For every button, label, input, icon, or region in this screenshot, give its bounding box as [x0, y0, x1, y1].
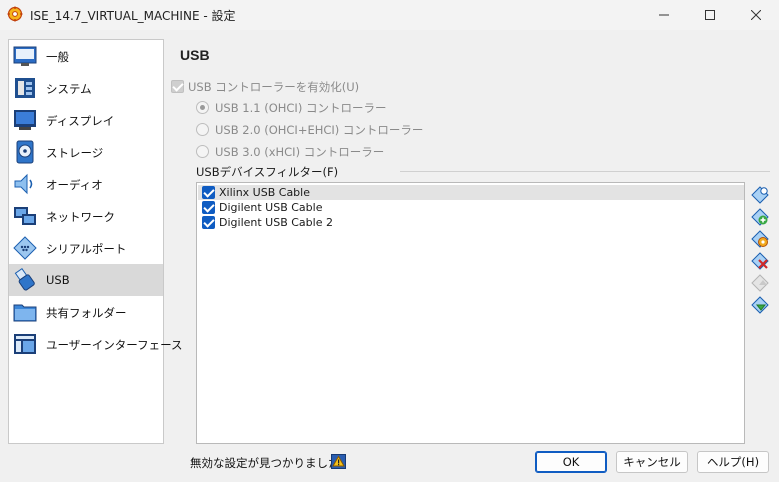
- sidebar-item-label: オーディオ: [46, 178, 103, 192]
- title-bar: ISE_14.7_VIRTUAL_MACHINE - 設定: [0, 0, 779, 30]
- usb30-label: USB 3.0 (xHCI) コントローラー: [215, 145, 385, 159]
- sidebar-item-usb[interactable]: USB: [9, 264, 163, 296]
- usb11-radio[interactable]: [196, 101, 209, 114]
- close-button[interactable]: [733, 0, 779, 30]
- sidebar-item-system[interactable]: システム: [9, 72, 163, 104]
- user-interface-icon: [14, 334, 36, 354]
- filter-name: Digilent USB Cable 2: [219, 216, 333, 229]
- minimize-icon: [659, 14, 669, 16]
- usb-icon: [14, 268, 35, 291]
- ok-button[interactable]: OK: [535, 451, 607, 473]
- sidebar-item-label: 一般: [46, 50, 69, 64]
- sidebar-item-shared-folder[interactable]: 共有フォルダー: [9, 296, 163, 328]
- remove-filter-icon[interactable]: [751, 252, 769, 270]
- settings-sidebar: 一般 システム ディスプレイ ストレージ オーディオ ネットワーク シリアルポー…: [8, 39, 183, 444]
- move-down-icon[interactable]: [751, 296, 769, 314]
- sidebar-item-label: システム: [46, 82, 92, 96]
- sidebar-item-label: USB: [46, 273, 70, 287]
- filter-checkbox[interactable]: [202, 201, 215, 214]
- minimize-button[interactable]: [641, 0, 687, 30]
- maximize-icon: [705, 10, 715, 20]
- move-up-icon[interactable]: [751, 274, 769, 292]
- close-icon: [751, 10, 761, 20]
- sidebar-item-display[interactable]: ディスプレイ: [9, 104, 163, 136]
- sidebar-item-label: シリアルポート: [46, 242, 127, 256]
- invalid-settings-warning: 無効な設定が見つかりました: [190, 456, 340, 470]
- sidebar-item-label: ネットワーク: [46, 210, 115, 224]
- sidebar-item-serial-port[interactable]: シリアルポート: [9, 232, 163, 264]
- network-icon: [14, 207, 36, 225]
- add-from-device-icon[interactable]: [751, 208, 769, 226]
- serial-port-icon: [13, 236, 37, 260]
- help-button[interactable]: ヘルプ(H): [697, 451, 769, 473]
- maximize-button[interactable]: [687, 0, 733, 30]
- sidebar-item-label: 共有フォルダー: [46, 306, 127, 320]
- sidebar-item-general[interactable]: 一般: [9, 40, 163, 72]
- usb-filter-heading: USBデバイスフィルター(F): [196, 165, 339, 179]
- list-item[interactable]: Digilent USB Cable 2: [198, 215, 744, 230]
- usb30-radio[interactable]: [196, 145, 209, 158]
- sidebar-item-network[interactable]: ネットワーク: [9, 200, 163, 232]
- sidebar-item-storage[interactable]: ストレージ: [9, 136, 163, 168]
- general-icon: [13, 46, 37, 66]
- sidebar-item-audio[interactable]: オーディオ: [9, 168, 163, 200]
- usb11-label: USB 1.1 (OHCI) コントローラー: [215, 101, 387, 115]
- enable-usb-checkbox[interactable]: [171, 80, 184, 93]
- divider: [400, 171, 770, 172]
- system-icon: [15, 78, 35, 98]
- sidebar-item-user-interface[interactable]: ユーザーインターフェース: [9, 328, 183, 360]
- filter-checkbox[interactable]: [202, 186, 215, 199]
- edit-filter-icon[interactable]: [751, 230, 769, 248]
- page-title: USB: [180, 47, 210, 63]
- sidebar-item-label: ストレージ: [46, 146, 104, 160]
- filter-name: Digilent USB Cable: [219, 201, 323, 214]
- usb-filter-list[interactable]: Xilinx USB Cable Digilent USB Cable Digi…: [196, 182, 745, 444]
- audio-icon: [14, 173, 33, 195]
- virtualbox-settings-icon: [7, 6, 23, 22]
- filter-checkbox[interactable]: [202, 216, 215, 229]
- shared-folder-icon: [13, 304, 37, 322]
- list-item[interactable]: Digilent USB Cable: [198, 200, 744, 215]
- sidebar-item-label: ユーザーインターフェース: [46, 338, 183, 352]
- list-item[interactable]: Xilinx USB Cable: [198, 185, 744, 200]
- sidebar-item-label: ディスプレイ: [46, 114, 115, 128]
- cancel-button[interactable]: キャンセル: [616, 451, 688, 473]
- filter-name: Xilinx USB Cable: [219, 186, 310, 199]
- display-icon: [14, 110, 36, 130]
- usb20-label: USB 2.0 (OHCI+EHCI) コントローラー: [215, 123, 424, 137]
- storage-icon: [16, 140, 34, 164]
- window-title: ISE_14.7_VIRTUAL_MACHINE - 設定: [30, 9, 236, 23]
- add-filter-icon[interactable]: [751, 186, 769, 204]
- enable-usb-label: USB コントローラーを有効化(U): [188, 80, 360, 94]
- warning-icon[interactable]: [331, 454, 346, 469]
- usb20-radio[interactable]: [196, 123, 209, 136]
